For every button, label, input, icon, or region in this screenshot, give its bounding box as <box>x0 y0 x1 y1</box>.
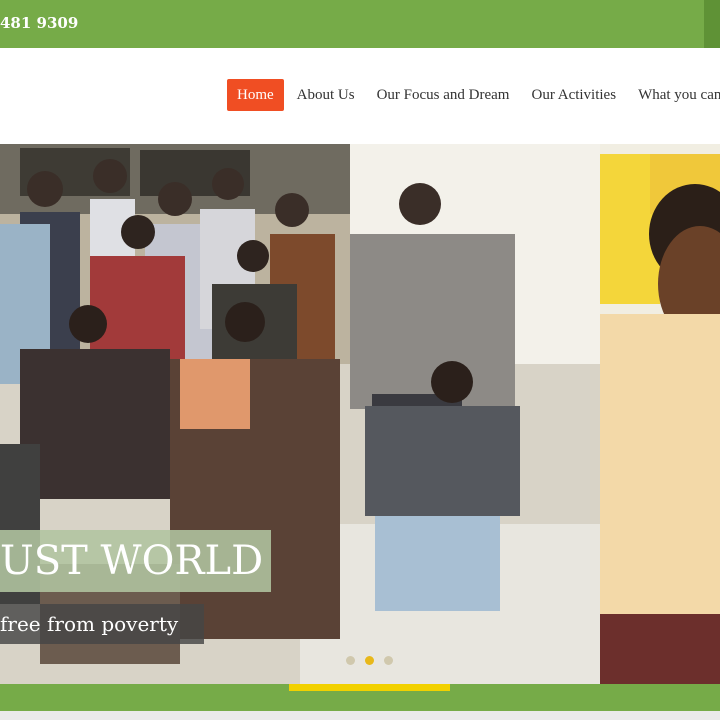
nav-activities[interactable]: Our Activities <box>520 79 627 111</box>
next-section-edge <box>0 711 720 720</box>
site-header: Home About Us Our Focus and Dream Our Ac… <box>0 48 720 144</box>
slider-dot-2[interactable] <box>365 656 374 665</box>
nav-focus-and-dream[interactable]: Our Focus and Dream <box>366 79 521 111</box>
nav-what-you-can-do[interactable]: What you can d <box>627 79 720 111</box>
slider-pagination <box>346 656 393 665</box>
top-bar-corner <box>704 0 720 48</box>
nav-about-us[interactable]: About Us <box>286 79 366 111</box>
slide-next-photo <box>600 144 720 684</box>
slider-dot-3[interactable] <box>384 656 393 665</box>
slide-caption-title: UST WORLD <box>0 530 272 592</box>
slider-dot-1[interactable] <box>346 656 355 665</box>
contact-phone: 481 9309 <box>0 14 79 32</box>
hero-slider[interactable]: UST WORLD free from poverty <box>0 144 720 684</box>
top-bar: 481 9309 <box>0 0 720 48</box>
nav-home[interactable]: Home <box>227 79 284 111</box>
slider-progress-bar <box>289 684 450 691</box>
slide-caption-subtitle: free from poverty <box>0 604 205 644</box>
main-nav: Home About Us Our Focus and Dream Our Ac… <box>227 79 720 111</box>
slide-group-photo <box>0 144 600 684</box>
